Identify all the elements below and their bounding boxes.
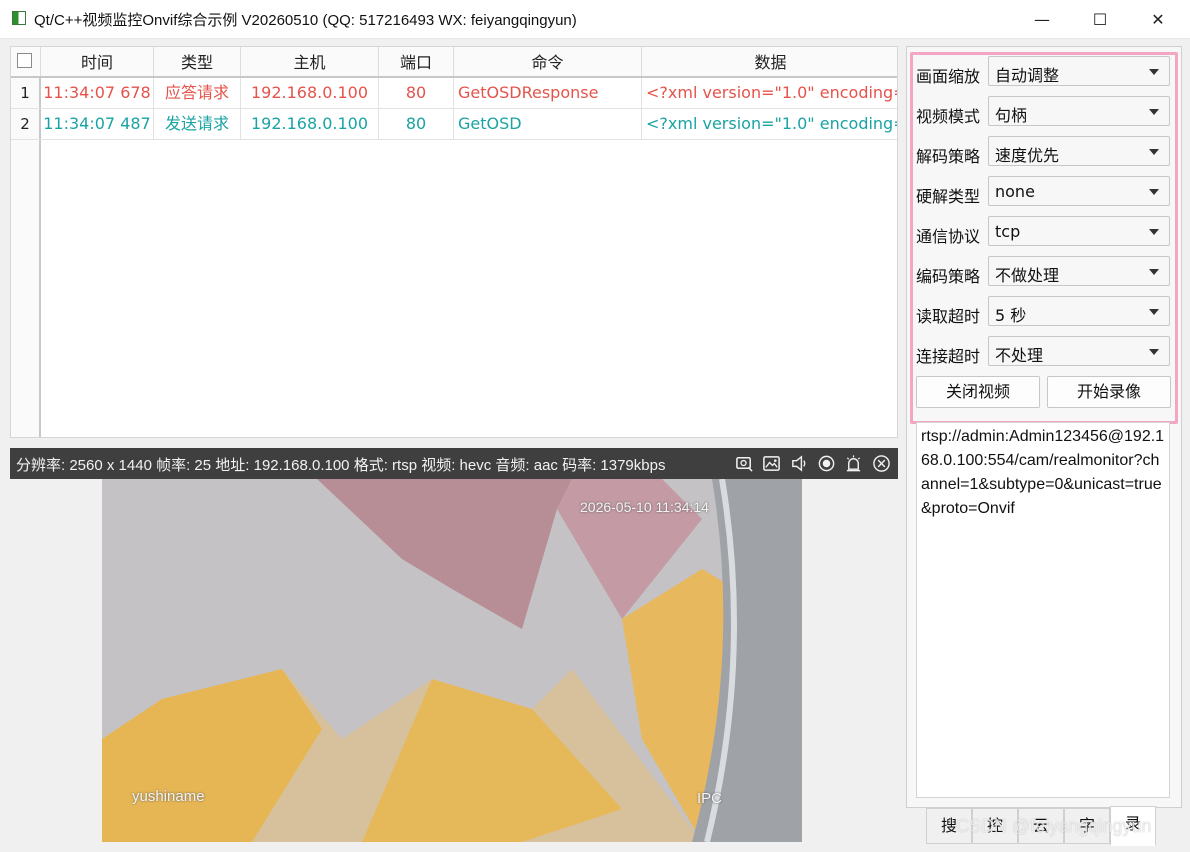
video-info-text: 分辨率: 2560 x 1440 帧率: 25 地址: 192.168.0.10…	[16, 457, 666, 474]
chevron-down-icon	[1149, 69, 1159, 75]
setting-label: 通信协议	[916, 227, 981, 246]
table-row[interactable]: 1 11:34:07 678 应答请求 192.168.0.100 80 Get…	[11, 78, 898, 109]
table-header: 时间 类型 主机 端口 命令 数据	[11, 47, 897, 78]
cell-data: <?xml version="1.0" encoding="	[646, 83, 898, 102]
protocol-select[interactable]: tcp	[988, 216, 1170, 246]
chevron-down-icon	[1149, 109, 1159, 115]
row-header-column	[11, 140, 41, 437]
snapshot-icon[interactable]	[762, 454, 781, 473]
column-header-port[interactable]: 端口	[379, 47, 454, 76]
setting-label: 编码策略	[916, 267, 981, 286]
app-icon	[12, 11, 26, 25]
setting-label: 硬解类型	[916, 187, 981, 206]
start-record-button[interactable]: 开始录像	[1047, 376, 1171, 408]
log-table[interactable]: 时间 类型 主机 端口 命令 数据 1 11:34:07 678 应答请求 19…	[10, 46, 898, 438]
cell-time: 11:34:07 487	[41, 109, 154, 139]
chevron-down-icon	[1149, 349, 1159, 355]
osd-channel-name: yushiname	[132, 788, 205, 805]
title-bar: Qt/C++视频监控Onvif综合示例 V20260510 (QQ: 51721…	[0, 0, 1190, 39]
video-panel[interactable]: 分辨率: 2560 x 1440 帧率: 25 地址: 192.168.0.10…	[10, 448, 898, 842]
setting-label: 画面缩放	[916, 67, 981, 86]
cell-host: 192.168.0.100	[241, 78, 379, 108]
volume-icon[interactable]	[790, 454, 809, 473]
alarm-icon[interactable]	[844, 454, 863, 473]
column-header-data[interactable]: 数据	[642, 47, 897, 76]
cell-type: 发送请求	[154, 109, 241, 139]
select-all-checkbox[interactable]	[17, 53, 32, 68]
setting-row-connect-timeout: 连接超时 不处理	[916, 336, 1172, 368]
select-value: tcp	[995, 222, 1021, 241]
select-value: 5 秒	[995, 306, 1027, 325]
url-textarea[interactable]: rtsp://admin:Admin123456@192.168.0.100:5…	[916, 422, 1170, 798]
select-value: 自动调整	[995, 66, 1060, 85]
setting-row-encode-strategy: 编码策略 不做处理	[916, 256, 1172, 288]
maximize-button[interactable]: ☐	[1071, 0, 1129, 38]
minimize-button[interactable]: —	[1013, 0, 1071, 38]
decode-strategy-select[interactable]: 速度优先	[988, 136, 1170, 166]
osd-device-type: IPC	[697, 790, 723, 807]
osd-timestamp: 2026-05-10 11:34:14	[580, 499, 709, 515]
window-title: Qt/C++视频监控Onvif综合示例 V20260510 (QQ: 51721…	[34, 12, 577, 29]
close-button[interactable]: ✕	[1129, 0, 1187, 38]
setting-row-hw-decode: 硬解类型 none	[916, 176, 1172, 208]
close-video-icon[interactable]	[872, 454, 891, 473]
maximize-icon: ☐	[1092, 9, 1108, 29]
setting-label: 解码策略	[916, 147, 981, 166]
row-number: 2	[11, 109, 41, 139]
column-header-host[interactable]: 主机	[241, 47, 379, 76]
screenshot-icon[interactable]	[817, 454, 836, 473]
watermark: CSDN @feiyangqingyun	[956, 816, 1152, 836]
cell-port: 80	[379, 78, 454, 108]
table-row[interactable]: 2 11:34:07 487 发送请求 192.168.0.100 80 Get…	[11, 109, 898, 140]
read-timeout-select[interactable]: 5 秒	[988, 296, 1170, 326]
chevron-down-icon	[1149, 229, 1159, 235]
setting-row-decode-strategy: 解码策略 速度优先	[916, 136, 1172, 168]
video-image	[102, 479, 802, 842]
cell-time: 11:34:07 678	[41, 78, 154, 108]
select-value: 句柄	[995, 106, 1028, 125]
video-frame[interactable]: 2026-05-10 11:34:14 yushiname IPC	[102, 479, 802, 842]
cell-data: <?xml version="1.0" encoding="	[646, 114, 898, 133]
record-icon[interactable]	[735, 454, 754, 473]
chevron-down-icon	[1149, 269, 1159, 275]
close-video-button[interactable]: 关闭视频	[916, 376, 1040, 408]
select-value: 不处理	[995, 346, 1044, 365]
chevron-down-icon	[1149, 189, 1159, 195]
setting-label: 连接超时	[916, 347, 981, 366]
cell-host: 192.168.0.100	[241, 109, 379, 139]
cell-port: 80	[379, 109, 454, 139]
setting-row-scale: 画面缩放 自动调整	[916, 56, 1172, 88]
select-value: 不做处理	[995, 266, 1060, 285]
column-header-type[interactable]: 类型	[154, 47, 241, 76]
setting-row-read-timeout: 读取超时 5 秒	[916, 296, 1172, 328]
column-header-time[interactable]: 时间	[41, 47, 154, 76]
setting-row-video-mode: 视频模式 句柄	[916, 96, 1172, 128]
encode-strategy-select[interactable]: 不做处理	[988, 256, 1170, 286]
minimize-icon: —	[1034, 9, 1050, 29]
cell-type: 应答请求	[154, 78, 241, 108]
cell-command: GetOSDResponse	[454, 78, 642, 108]
select-value: 速度优先	[995, 146, 1060, 165]
cell-command: GetOSD	[454, 109, 642, 139]
scale-select[interactable]: 自动调整	[988, 56, 1170, 86]
chevron-down-icon	[1149, 309, 1159, 315]
video-mode-select[interactable]: 句柄	[988, 96, 1170, 126]
column-header-command[interactable]: 命令	[454, 47, 642, 76]
close-icon: ✕	[1151, 9, 1165, 29]
setting-label: 读取超时	[916, 307, 981, 326]
setting-row-protocol: 通信协议 tcp	[916, 216, 1172, 248]
row-number: 1	[11, 78, 41, 108]
chevron-down-icon	[1149, 149, 1159, 155]
select-all-cell[interactable]	[11, 47, 41, 76]
connect-timeout-select[interactable]: 不处理	[988, 336, 1170, 366]
setting-label: 视频模式	[916, 107, 981, 126]
hw-decode-select[interactable]: none	[988, 176, 1170, 206]
select-value: none	[995, 182, 1035, 201]
video-info-bar: 分辨率: 2560 x 1440 帧率: 25 地址: 192.168.0.10…	[10, 448, 898, 479]
